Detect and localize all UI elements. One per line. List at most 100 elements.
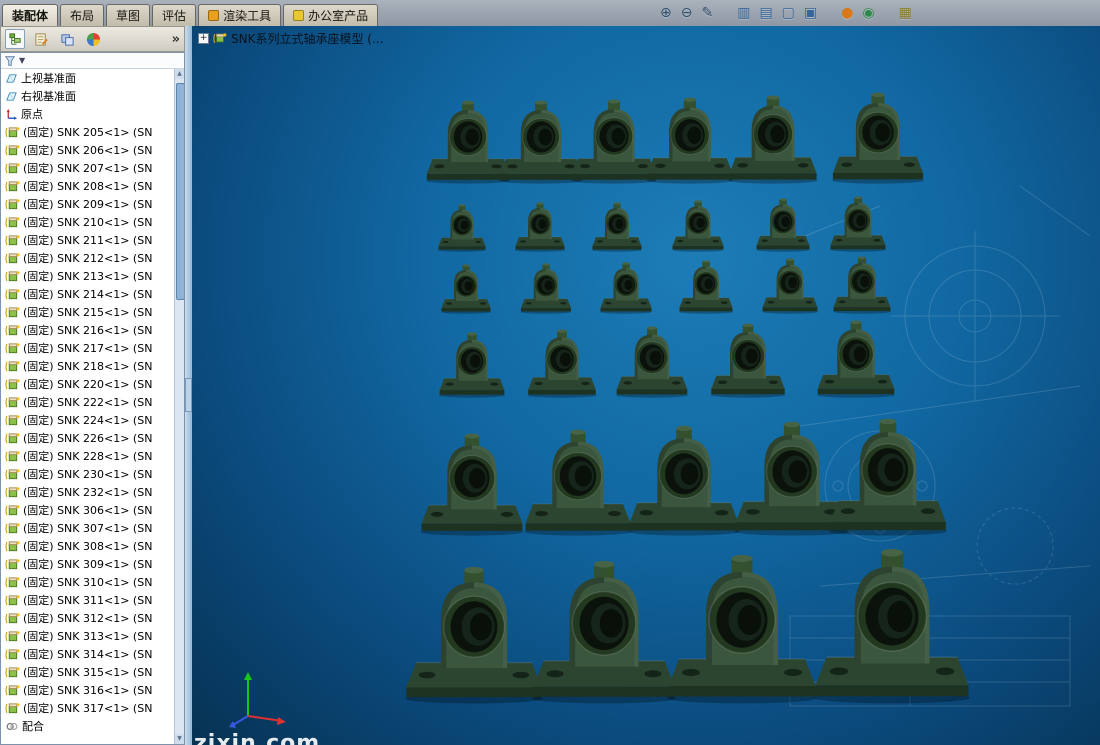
render-sphere-icon[interactable]: ● [841,1,853,25]
scroll-up-arrow[interactable]: ▲ [175,69,184,79]
zoom-out-icon[interactable]: ⊖ [681,1,693,25]
tree-item-component[interactable]: (固定) SNK 209<1> (SN [1,195,175,213]
command-tab-1[interactable]: 装配体 [2,4,59,26]
tree-item-component[interactable]: (固定) SNK 307<1> (SN [1,519,175,537]
tree-item-component[interactable]: (固定) SNK 228<1> (SN [1,447,175,465]
bearing-model[interactable] [498,100,584,184]
displaymanager-tab[interactable] [83,29,103,49]
assembly-root-node[interactable]: + SNK系列立式轴承座模型 (... [198,30,383,47]
splitter-handle[interactable] [185,378,192,412]
tree-item-component[interactable]: (固定) SNK 224<1> (SN [1,411,175,429]
tree-item-component[interactable]: (固定) SNK 218<1> (SN [1,357,175,375]
tree-item-component[interactable]: (固定) SNK 217<1> (SN [1,339,175,357]
tree-item-component[interactable]: (固定) SNK 222<1> (SN [1,393,175,411]
tree-item-component[interactable]: (固定) SNK 210<1> (SN [1,213,175,231]
tree-item-component[interactable]: (固定) SNK 212<1> (SN [1,249,175,267]
bearing-model[interactable] [599,262,653,314]
bearing-model[interactable] [755,198,811,252]
bearing-model[interactable] [813,548,971,704]
tree-item-component[interactable]: (固定) SNK 232<1> (SN [1,483,175,501]
tree-item-mates[interactable]: 配合 [1,717,175,735]
configurationmanager-tab[interactable] [57,29,77,49]
bearing-model[interactable] [419,433,525,536]
tree-scrollbar[interactable]: ▲ ▼ [174,69,184,744]
tree-item-component[interactable]: (固定) SNK 314<1> (SN [1,645,175,663]
tree-filter-row[interactable]: ▼ [1,53,184,69]
bearing-model[interactable] [523,429,633,536]
tree-item-component[interactable]: (固定) SNK 215<1> (SN [1,303,175,321]
bearing-model[interactable] [671,200,725,252]
tree-item-component[interactable]: (固定) SNK 216<1> (SN [1,321,175,339]
scroll-down-arrow[interactable]: ▼ [175,734,184,744]
component-preview-icon[interactable]: ▢ [782,1,795,25]
bearing-model[interactable] [615,326,689,398]
panel-splitter[interactable] [185,26,192,745]
bearing-model[interactable] [627,425,741,536]
tree-expand-icon[interactable]: + [198,33,209,44]
bearing-model[interactable] [666,554,818,704]
tree-item-component[interactable]: (固定) SNK 312<1> (SN [1,609,175,627]
scrollbar-thumb[interactable] [176,83,184,300]
tree-item-component[interactable]: (固定) SNK 230<1> (SN [1,465,175,483]
render-settings-icon[interactable]: ◉ [862,1,874,25]
tree-item-component[interactable]: (固定) SNK 213<1> (SN [1,267,175,285]
bearing-model[interactable] [520,263,572,314]
render-image-icon[interactable]: ▦ [899,1,912,25]
tree-item-component[interactable]: (固定) SNK 309<1> (SN [1,555,175,573]
tree-item-component[interactable]: (固定) SNK 315<1> (SN [1,663,175,681]
tree-item-component[interactable]: (固定) SNK 206<1> (SN [1,141,175,159]
view-settings-icon[interactable]: ▤ [759,1,772,25]
bearing-model[interactable] [831,92,925,184]
bearing-model[interactable] [678,260,734,314]
bearing-model[interactable] [440,264,492,314]
copy-settings-icon[interactable]: ▣ [804,1,817,25]
tree-item-component[interactable]: (固定) SNK 207<1> (SN [1,159,175,177]
tree-item-component[interactable]: (固定) SNK 214<1> (SN [1,285,175,303]
bearing-model[interactable] [832,256,892,314]
bearing-model[interactable] [527,329,597,398]
command-tab-6[interactable]: 办公室产品 [283,4,379,26]
bearing-model[interactable] [816,320,896,398]
tree-item-component[interactable]: (固定) SNK 316<1> (SN [1,681,175,699]
tree-item-component[interactable]: (固定) SNK 208<1> (SN [1,177,175,195]
command-tab-3[interactable]: 草图 [106,4,151,26]
measure-icon[interactable]: ✎ [701,1,713,25]
bearing-model[interactable] [828,418,948,536]
tree-item-component[interactable]: (固定) SNK 220<1> (SN [1,375,175,393]
bearing-model[interactable] [829,196,887,252]
bearing-model[interactable] [571,99,657,184]
bearing-model[interactable] [710,323,786,398]
bearing-model[interactable] [728,95,818,184]
section-view-icon[interactable]: ▥ [737,1,750,25]
command-tab-2[interactable]: 布局 [60,4,105,26]
tree-item-plane[interactable]: 右视基准面 [1,87,175,105]
graphics-viewport[interactable]: + SNK系列立式轴承座模型 (... zixin.com [192,26,1100,745]
bearing-model[interactable] [437,204,487,252]
featuremanager-tab[interactable] [5,29,25,49]
bearing-model[interactable] [438,332,506,398]
tree-item-component[interactable]: (固定) SNK 226<1> (SN [1,429,175,447]
tree-item-component[interactable]: (固定) SNK 317<1> (SN [1,699,175,717]
panel-expand-button[interactable]: » [172,32,180,47]
tree-item-component[interactable]: (固定) SNK 310<1> (SN [1,573,175,591]
bearing-model[interactable] [514,202,566,252]
propertymanager-tab[interactable] [31,29,51,49]
tree-item-component[interactable]: (固定) SNK 308<1> (SN [1,537,175,555]
orientation-triad [229,672,286,728]
bearing-model[interactable] [531,560,677,704]
bearing-model[interactable] [761,258,819,314]
bearing-model[interactable] [425,100,511,184]
tree-item-component[interactable]: (固定) SNK 313<1> (SN [1,627,175,645]
tree-item-plane[interactable]: 上视基准面 [1,69,175,87]
tree-item-component[interactable]: (固定) SNK 211<1> (SN [1,231,175,249]
bearing-model[interactable] [591,202,643,252]
zoom-in-icon[interactable]: ⊕ [660,1,672,25]
tree-item-component[interactable]: (固定) SNK 205<1> (SN [1,123,175,141]
bearing-model[interactable] [404,566,544,704]
bearing-model[interactable] [646,97,734,184]
command-tab-4[interactable]: 评估 [152,4,197,26]
command-tab-5[interactable]: 渲染工具 [198,4,282,26]
tree-item-component[interactable]: (固定) SNK 311<1> (SN [1,591,175,609]
tree-item-component[interactable]: (固定) SNK 306<1> (SN [1,501,175,519]
tree-item-origin[interactable]: 原点 [1,105,175,123]
